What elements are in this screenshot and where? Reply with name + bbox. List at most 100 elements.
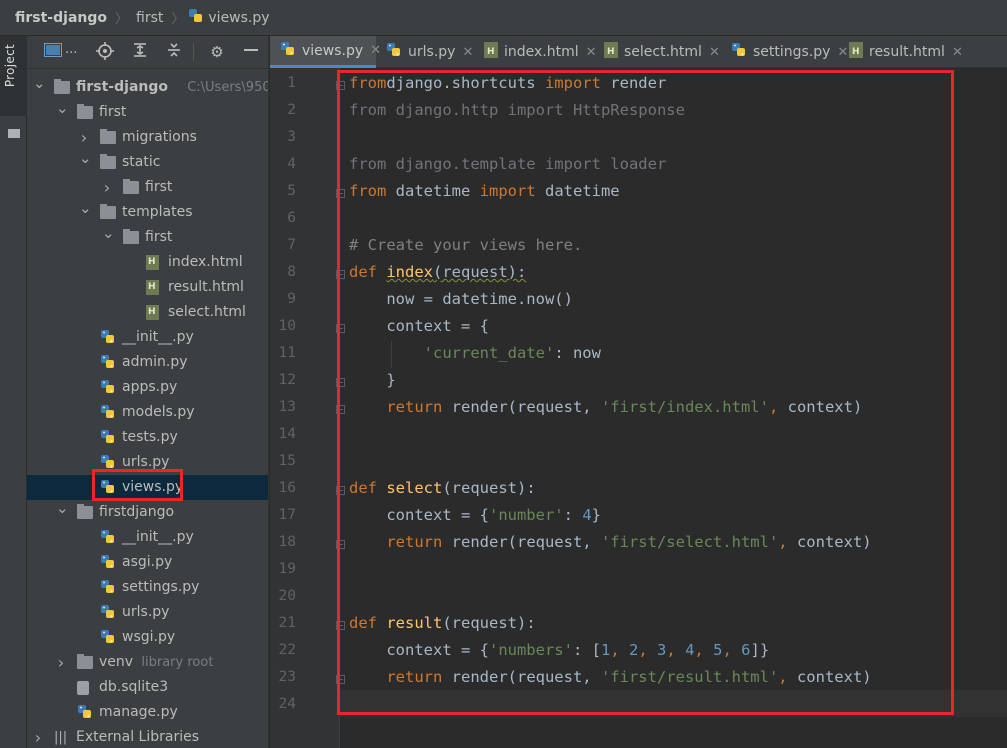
tree-item[interactable]: select.html — [27, 300, 268, 325]
tree-item[interactable]: settings.py — [27, 575, 268, 600]
tree-item-suffix: library root — [141, 655, 214, 670]
tree-item[interactable]: __init__.py — [27, 325, 268, 350]
fold-marker-icon[interactable] — [336, 621, 345, 630]
project-view-icon[interactable] — [43, 42, 63, 62]
code-token: , — [768, 398, 779, 416]
fold-marker-icon[interactable] — [336, 486, 345, 495]
tree-item[interactable]: ⌄ static — [27, 149, 268, 175]
tree-item[interactable]: tests.py — [27, 425, 268, 450]
code-token: 'first/result.html' — [600, 668, 779, 686]
tree-item[interactable]: ⌄ templates — [27, 199, 268, 225]
tree-item[interactable]: manage.py — [27, 700, 268, 725]
code-line: context = {'number': 4} — [349, 506, 601, 524]
svg-text:H: H — [607, 47, 615, 57]
breadcrumb-file[interactable]: views.py — [204, 10, 273, 26]
tree-item[interactable]: › migrations — [27, 125, 268, 150]
close-icon[interactable]: ✕ — [709, 45, 720, 60]
chevron-down-icon[interactable]: ⌄ — [33, 71, 46, 96]
editor-tab[interactable]: settings.py ✕ — [721, 36, 848, 68]
fold-marker-icon[interactable] — [336, 324, 345, 333]
editor-tab[interactable]: Hindex.html ✕ — [474, 36, 597, 68]
tree-item[interactable]: __init__.py — [27, 525, 268, 550]
python-file-icon — [100, 379, 116, 393]
folder-icon — [77, 654, 93, 669]
code-line: def result(request): — [349, 614, 536, 632]
library-icon: ||| — [54, 730, 68, 745]
fold-marker-icon[interactable] — [336, 540, 345, 549]
close-icon[interactable]: ✕ — [462, 45, 473, 60]
close-icon[interactable]: ✕ — [952, 45, 963, 60]
code-token: ]} — [750, 641, 770, 659]
chevron-right-icon[interactable]: › — [102, 175, 112, 200]
editor-tab-label: views.py — [302, 42, 364, 59]
editor-tab[interactable]: views.py ✕ — [270, 36, 381, 68]
editor-tab[interactable]: Hresult.html ✕ — [839, 36, 965, 68]
breadcrumb-project[interactable]: first-django — [0, 10, 111, 26]
chevron-down-icon[interactable]: ⌄ — [56, 496, 69, 521]
editor-tab[interactable]: Hselect.html ✕ — [594, 36, 721, 68]
tree-item[interactable]: result.html — [27, 275, 268, 300]
project-view-label[interactable]: ... — [65, 42, 77, 57]
chevron-down-icon[interactable]: ⌄ — [79, 146, 92, 171]
code-token: (request): — [442, 614, 536, 632]
toolbar-divider — [193, 43, 194, 61]
breadcrumb-folder[interactable]: first — [132, 10, 167, 26]
python-file-icon — [100, 629, 116, 643]
code-line: fromdjango.shortcuts import render — [349, 74, 666, 92]
collapse-all-icon[interactable] — [164, 42, 184, 62]
tree-item[interactable]: db.sqlite3 — [27, 675, 268, 700]
code-token: from django.template import loader — [349, 155, 667, 173]
code-token: context) — [778, 398, 863, 416]
python-file-icon — [100, 579, 116, 593]
tree-item[interactable]: wsgi.py — [27, 625, 268, 650]
tree-item[interactable]: apps.py — [27, 375, 268, 400]
fold-marker-icon[interactable] — [336, 675, 345, 684]
tree-item[interactable]: models.py — [27, 400, 268, 425]
gear-icon[interactable]: ⚙ — [207, 42, 227, 62]
line-number: 13 — [278, 399, 296, 415]
tree-item[interactable]: › first — [27, 175, 268, 200]
locate-icon[interactable] — [95, 42, 115, 62]
tree-item[interactable]: ⌄ first — [27, 224, 268, 250]
fold-marker-icon[interactable] — [336, 81, 345, 90]
line-number: 17 — [278, 507, 296, 523]
chevron-right-icon[interactable]: › — [56, 650, 66, 675]
editor-tab-label: select.html — [624, 44, 702, 60]
tree-item[interactable]: ⌄ first — [27, 99, 268, 125]
tree-item[interactable]: ⌄ firstdjango — [27, 499, 268, 525]
chevron-down-icon[interactable]: ⌄ — [56, 96, 69, 121]
code-token: datetime — [535, 182, 620, 200]
code-token: 'current_date' — [423, 344, 555, 362]
expand-all-icon[interactable] — [130, 42, 150, 62]
fold-marker-icon[interactable] — [336, 270, 345, 279]
line-number: 6 — [287, 210, 296, 226]
line-number: 22 — [278, 642, 296, 658]
tree-item[interactable]: index.html — [27, 250, 268, 275]
fold-marker-icon[interactable] — [336, 189, 345, 198]
python-file-icon — [100, 329, 116, 343]
tree-item[interactable]: urls.py — [27, 450, 268, 475]
code-editor[interactable]: 1 2 3 4 5 6 7 8 9 10 11 12 13 14 15 16 17 18 19 20 21 22 23 24 … — [270, 68, 1007, 748]
tree-item[interactable]: › ||| External Libraries — [27, 725, 268, 748]
hide-icon[interactable] — [241, 42, 261, 62]
fold-marker-icon[interactable] — [336, 378, 345, 387]
tree-item[interactable]: asgi.py — [27, 550, 268, 575]
tree-item[interactable]: admin.py — [27, 350, 268, 375]
tree-item[interactable]: › venv library root — [27, 650, 268, 675]
chevron-down-icon[interactable]: ⌄ — [79, 196, 92, 221]
tree-item-label: tests.py — [122, 429, 178, 445]
code-line: def index(request): — [349, 263, 526, 281]
python-file-icon — [77, 704, 93, 718]
chevron-right-icon[interactable]: › — [33, 725, 43, 748]
fold-marker-icon[interactable] — [336, 405, 345, 414]
project-tool-tab[interactable]: Project — [0, 36, 27, 116]
code-token: from django.http import HttpResponse — [349, 101, 685, 119]
line-number: 21 — [278, 615, 296, 631]
tree-item[interactable]: urls.py — [27, 600, 268, 625]
chevron-down-icon[interactable]: ⌄ — [102, 221, 115, 246]
editor-tab[interactable]: urls.py ✕ — [376, 36, 474, 68]
code-token: render — [600, 74, 667, 92]
